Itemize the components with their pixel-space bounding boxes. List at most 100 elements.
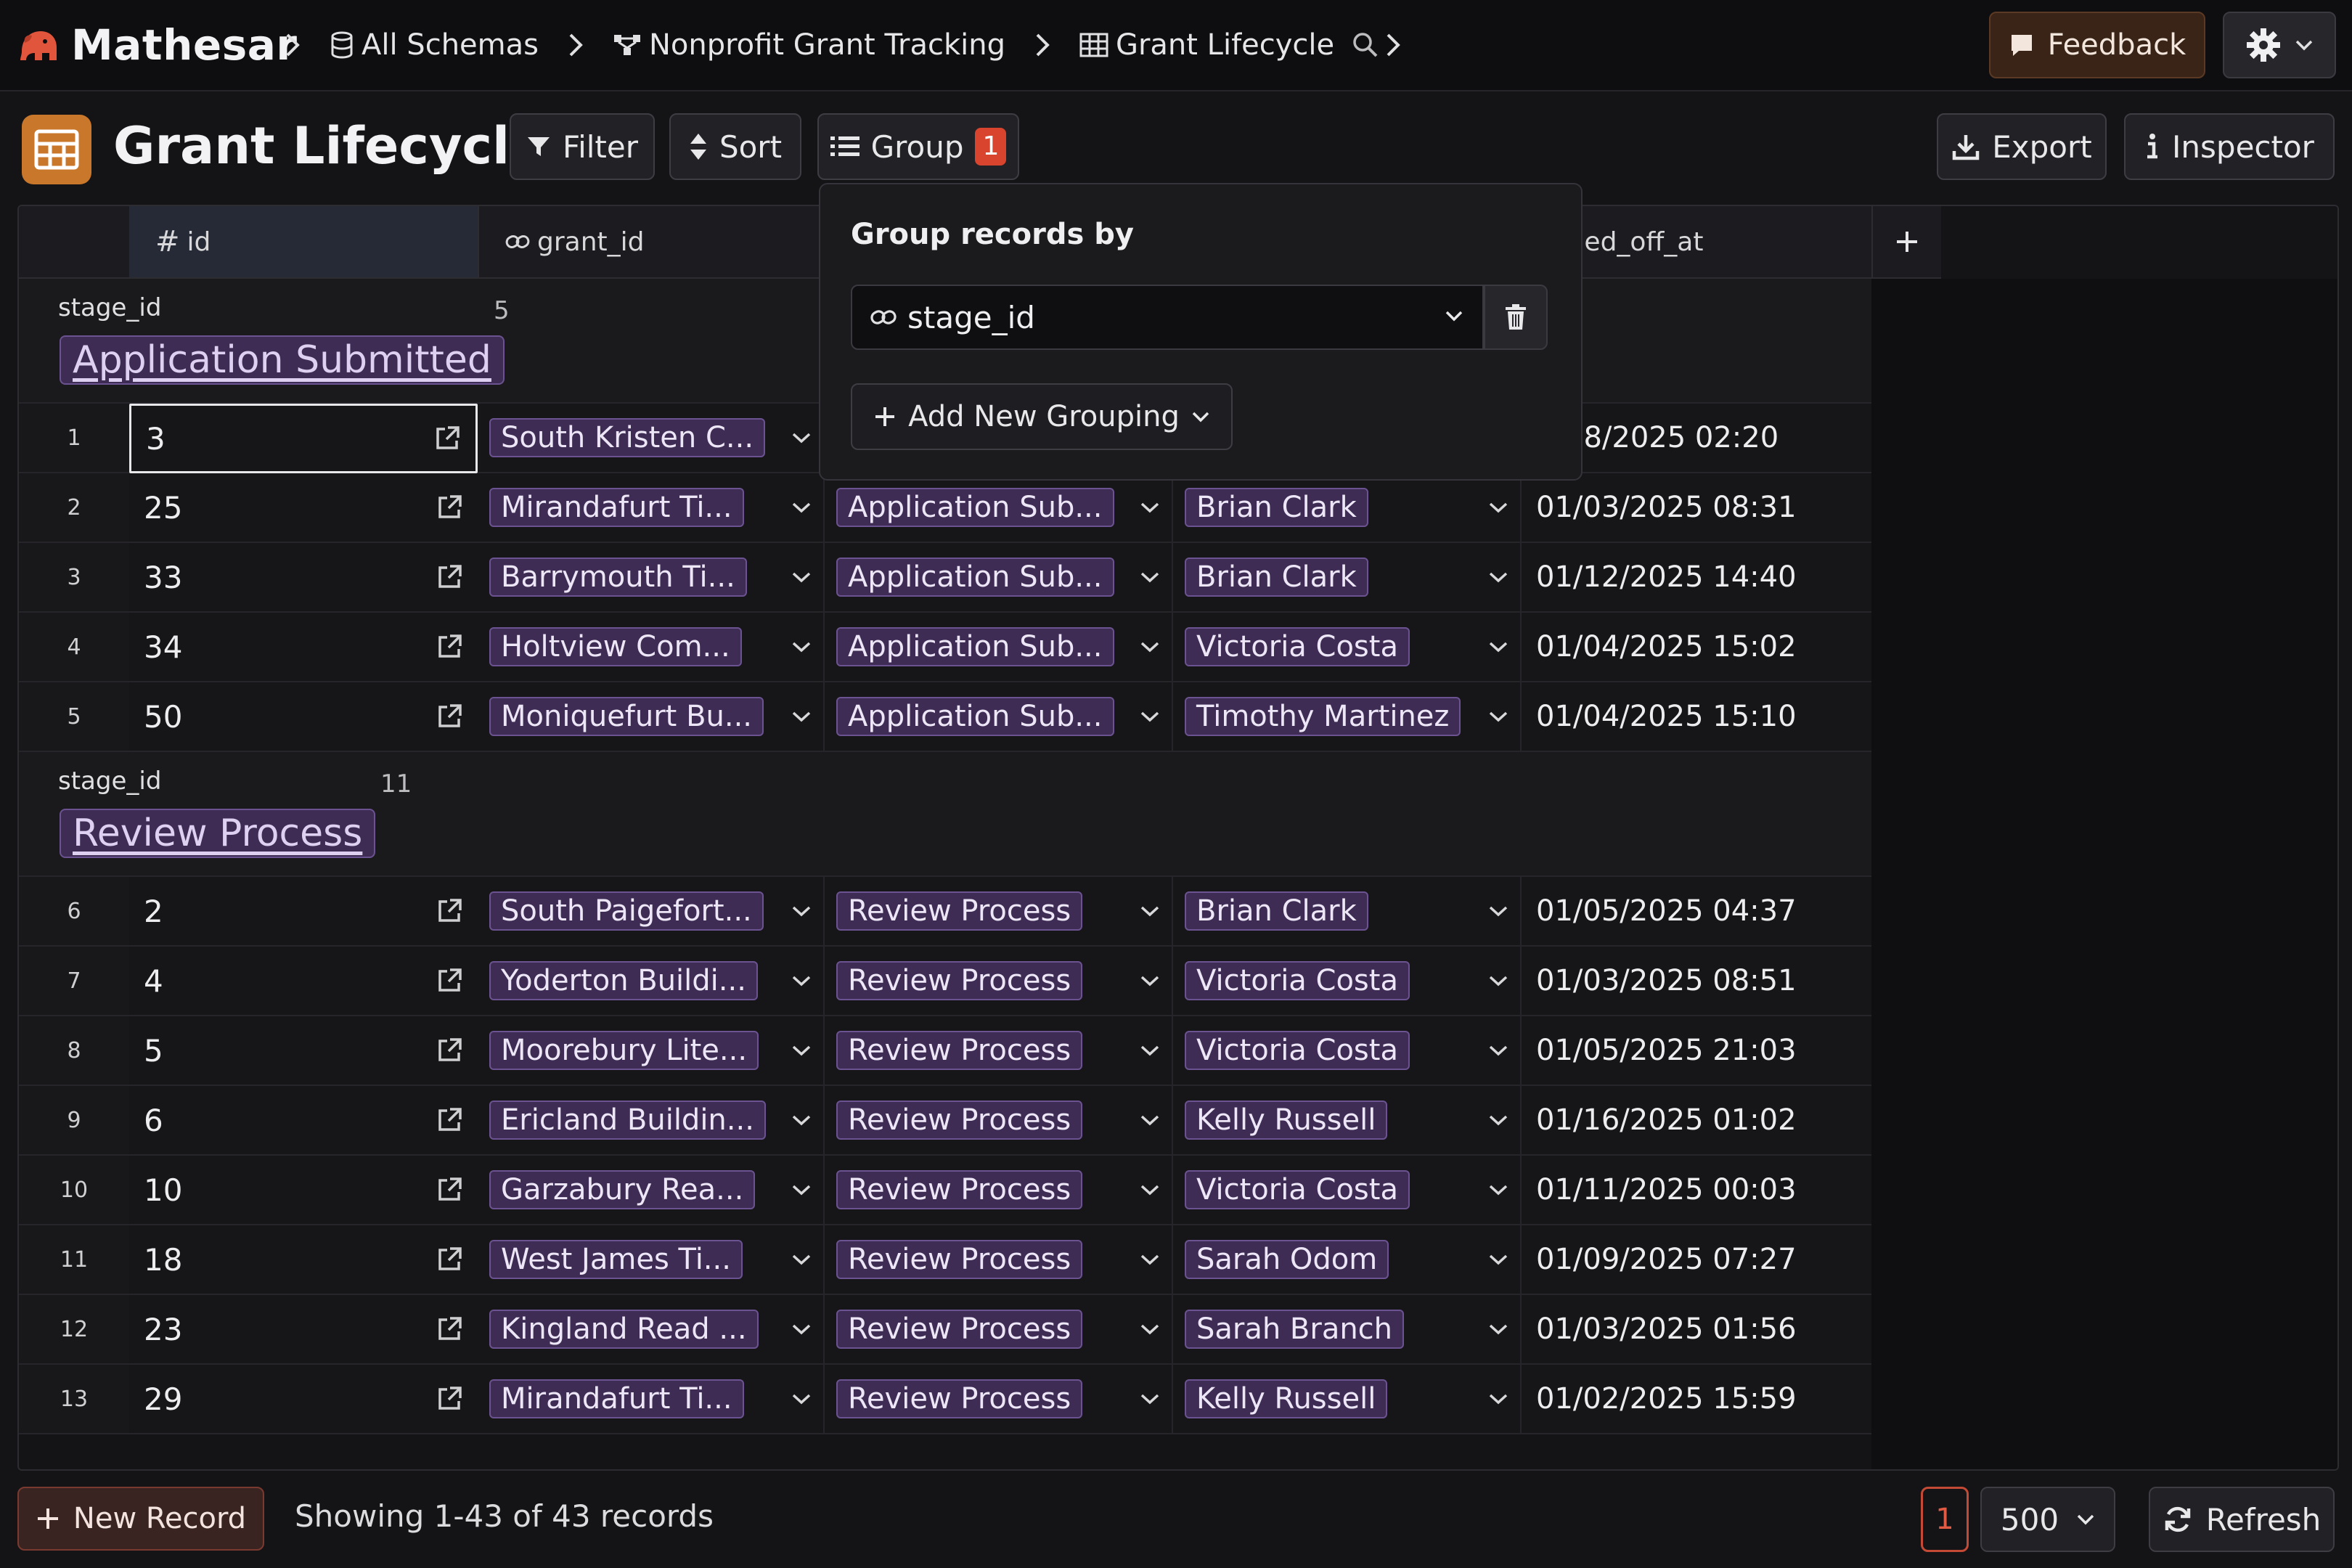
chevron-down-icon[interactable] [1140,905,1160,918]
signed-off-at-cell[interactable]: 01/09/2025 07:27 [1522,1225,1871,1295]
row-number[interactable]: 9 [19,1086,129,1156]
grant-id-cell[interactable]: Mirandafurt Ti... [478,1365,825,1434]
grant-id-cell[interactable]: Ericland Buildin... [478,1086,825,1156]
open-record-icon[interactable] [436,1176,463,1204]
grant-id-cell[interactable]: South Paigefort... [478,877,825,947]
chevron-down-icon[interactable] [1488,905,1508,918]
chevron-down-icon[interactable] [791,431,812,444]
id-cell[interactable]: 23 [129,1295,478,1365]
signed-off-at-cell[interactable]: 01/11/2025 00:03 [1522,1156,1871,1225]
breadcrumb-table[interactable]: Grant Lifecycle [1079,28,1334,62]
chevron-down-icon[interactable] [1140,1044,1160,1057]
grant-id-cell[interactable]: Yoderton Buildi... [478,947,825,1016]
signed-off-at-cell[interactable]: 01/03/2025 08:51 [1522,947,1871,1016]
sort-button[interactable]: Sort [669,113,801,180]
chevron-down-icon[interactable] [1140,1114,1160,1127]
person-cell[interactable]: Brian Clark [1173,473,1522,543]
add-new-grouping-button[interactable]: Add New Grouping [851,383,1233,450]
chevron-down-icon[interactable] [1488,1323,1508,1336]
id-cell[interactable]: 29 [129,1365,478,1434]
grant-id-cell[interactable]: Moniquefurt Bu... [478,682,825,752]
signed-off-at-cell[interactable]: 01/16/2025 01:02 [1522,1086,1871,1156]
group-button[interactable]: Group 1 [817,113,1019,180]
id-cell[interactable]: 18 [129,1225,478,1295]
stage-id-cell[interactable]: Review Process [825,1225,1173,1295]
person-cell[interactable]: Brian Clark [1173,543,1522,613]
stage-id-cell[interactable]: Review Process [825,947,1173,1016]
chevron-down-icon[interactable] [791,974,812,987]
chevron-down-icon[interactable] [1488,710,1508,723]
signed-off-at-cell[interactable]: 01/04/2025 15:02 [1522,613,1871,682]
grant-id-cell[interactable]: Kingland Read ... [478,1295,825,1365]
add-column-button[interactable] [1871,206,1941,279]
chevron-down-icon[interactable] [1140,974,1160,987]
row-number[interactable]: 10 [19,1156,129,1225]
signed-off-at-cell[interactable]: 01/05/2025 04:37 [1522,877,1871,947]
open-record-icon[interactable] [436,967,463,995]
column-header-id[interactable]: # id [129,206,478,279]
signed-off-at-cell[interactable]: 01/04/2025 15:10 [1522,682,1871,752]
chevron-down-icon[interactable] [1140,1183,1160,1196]
open-record-icon[interactable] [436,1106,463,1134]
chevron-down-icon[interactable] [1488,640,1508,653]
open-record-icon[interactable] [436,1315,463,1343]
page-size-select[interactable]: 500 [1980,1487,2115,1552]
id-cell[interactable]: 34 [129,613,478,682]
grant-id-cell[interactable]: Mirandafurt Ti... [478,473,825,543]
export-button[interactable]: Export [1937,113,2107,180]
id-cell[interactable]: 3 [129,404,478,473]
row-number[interactable]: 11 [19,1225,129,1295]
group-value-chip[interactable]: Review Process [60,809,376,858]
row-number[interactable]: 2 [19,473,129,543]
person-cell[interactable]: Victoria Costa [1173,613,1522,682]
id-cell[interactable]: 2 [129,877,478,947]
open-record-icon[interactable] [436,1385,463,1413]
person-cell[interactable]: Sarah Odom [1173,1225,1522,1295]
chevron-down-icon[interactable] [791,905,812,918]
row-number[interactable]: 5 [19,682,129,752]
row-number[interactable]: 12 [19,1295,129,1365]
id-cell[interactable]: 50 [129,682,478,752]
grant-id-cell[interactable]: Moorebury Lite... [478,1016,825,1086]
chevron-down-icon[interactable] [791,1323,812,1336]
stage-id-cell[interactable]: Application Sub... [825,613,1173,682]
open-record-icon[interactable] [436,1037,463,1064]
chevron-down-icon[interactable] [1140,571,1160,584]
open-record-icon[interactable] [436,563,463,591]
group-value-chip[interactable]: Application Submitted [60,335,505,385]
chevron-down-icon[interactable] [791,1253,812,1266]
id-cell[interactable]: 25 [129,473,478,543]
chevron-down-icon[interactable] [791,1183,812,1196]
search-icon[interactable] [1352,31,1379,59]
stage-id-cell[interactable]: Review Process [825,1156,1173,1225]
person-cell[interactable]: Victoria Costa [1173,1156,1522,1225]
row-number[interactable]: 4 [19,613,129,682]
chevron-down-icon[interactable] [1488,1253,1508,1266]
stage-id-cell[interactable]: Review Process [825,1295,1173,1365]
chevron-down-icon[interactable] [791,1114,812,1127]
open-record-icon[interactable] [436,494,463,521]
person-cell[interactable]: Victoria Costa [1173,947,1522,1016]
chevron-down-icon[interactable] [1140,1392,1160,1405]
id-cell[interactable]: 6 [129,1086,478,1156]
id-cell[interactable]: 5 [129,1016,478,1086]
chevron-down-icon[interactable] [791,1044,812,1057]
id-cell[interactable]: 4 [129,947,478,1016]
app-logo[interactable]: Mathesar [16,20,297,70]
person-cell[interactable]: Kelly Russell [1173,1086,1522,1156]
stage-id-cell[interactable]: Application Sub... [825,473,1173,543]
grant-id-cell[interactable]: Holtview Com... [478,613,825,682]
chevron-right-icon[interactable] [1385,32,1401,58]
row-number[interactable]: 6 [19,877,129,947]
grant-id-cell[interactable]: Barrymouth Ti... [478,543,825,613]
open-record-icon[interactable] [436,1246,463,1273]
signed-off-at-cell[interactable]: 01/03/2025 01:56 [1522,1295,1871,1365]
open-record-icon[interactable] [436,897,463,925]
chevron-down-icon[interactable] [1488,501,1508,514]
person-cell[interactable]: Sarah Branch [1173,1295,1522,1365]
stage-id-cell[interactable]: Review Process [825,877,1173,947]
person-cell[interactable]: Kelly Russell [1173,1365,1522,1434]
chevron-down-icon[interactable] [1140,1323,1160,1336]
chevron-down-icon[interactable] [791,571,812,584]
signed-off-at-cell[interactable]: 01/03/2025 08:31 [1522,473,1871,543]
